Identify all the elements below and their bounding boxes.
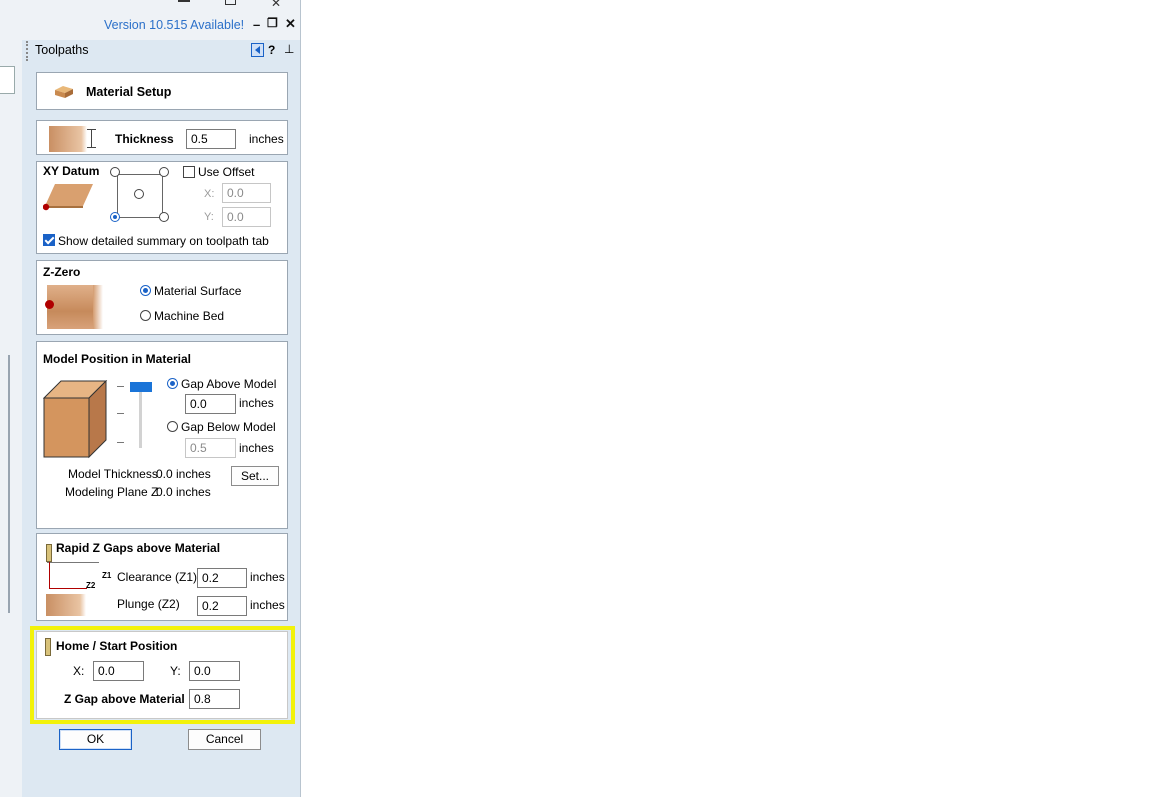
thickness-image: [49, 126, 87, 152]
datum-center-radio[interactable]: [134, 189, 144, 199]
datum-bottom-right-radio[interactable]: [159, 212, 169, 222]
modeling-plane-label: Modeling Plane Z: [65, 485, 159, 499]
gap-above-input[interactable]: [185, 394, 236, 414]
material-setup-header[interactable]: Material Setup: [36, 72, 288, 110]
material-block-icon: [53, 84, 73, 98]
model-thickness-label: Model Thickness: [68, 467, 158, 481]
gap-below-radio[interactable]: [167, 421, 178, 432]
z-zero-title: Z-Zero: [43, 265, 81, 279]
model-thickness-value: 0.0 inches: [156, 467, 211, 481]
version-available-link[interactable]: Version 10.515 Available!: [104, 18, 244, 32]
model-block-image: [42, 379, 109, 463]
model-position-title: Model Position in Material: [43, 352, 192, 366]
clearance-unit: inches: [250, 570, 285, 584]
offset-y-input[interactable]: [222, 207, 271, 227]
detailed-summary-checkbox[interactable]: [43, 234, 55, 246]
gap-below-label: Gap Below Model: [181, 420, 276, 434]
use-offset-label: Use Offset: [198, 165, 255, 179]
material-surface-label: Material Surface: [154, 284, 242, 298]
xy-datum-panel: XY Datum Use Offset X: Y: Show detailed …: [36, 161, 288, 254]
plunge-input[interactable]: [197, 596, 247, 616]
left-strip-scrollbar[interactable]: [8, 355, 10, 613]
z-zero-image: [47, 285, 103, 329]
z2-tag: Z2: [86, 581, 96, 590]
use-offset-checkbox[interactable]: [183, 166, 195, 178]
outer-close-icon[interactable]: ✕: [271, 0, 281, 10]
position-tick-top: [117, 386, 124, 387]
position-slider-thumb[interactable]: [130, 382, 152, 392]
minimize-icon[interactable]: –: [253, 17, 260, 32]
z-zero-marker-icon: [45, 300, 54, 309]
left-strip-tab[interactable]: [0, 66, 15, 94]
dock-arrow-icon[interactable]: [251, 43, 264, 57]
set-button[interactable]: Set...: [231, 466, 279, 486]
clearance-label: Clearance (Z1): [117, 570, 198, 584]
thickness-dim-top: [87, 129, 96, 130]
clearance-line: [47, 562, 99, 563]
restore-icon[interactable]: ❐: [267, 16, 278, 30]
rapid-z-title: Rapid Z Gaps above Material: [56, 541, 221, 555]
machine-bed-radio[interactable]: [140, 310, 151, 321]
thickness-dim-bottom: [87, 147, 96, 148]
gap-below-input[interactable]: [185, 438, 236, 458]
gap-above-radio[interactable]: [167, 378, 178, 389]
xy-datum-title: XY Datum: [43, 164, 100, 178]
offset-x-label: X:: [204, 188, 215, 200]
offset-y-label: Y:: [204, 211, 214, 223]
rapid-path-line: [49, 562, 50, 588]
pin-icon[interactable]: ⊥: [284, 42, 294, 56]
material-surface-radio[interactable]: [140, 285, 151, 296]
help-icon[interactable]: ?: [268, 43, 275, 57]
machine-bed-label: Machine Bed: [154, 309, 225, 323]
rapid-path-bottom: [49, 588, 87, 589]
plunge-unit: inches: [250, 598, 285, 612]
gap-below-unit: inches: [239, 441, 274, 455]
tool-bit-icon: [46, 544, 52, 562]
position-slider-track[interactable]: [139, 386, 142, 448]
left-strip: [0, 0, 22, 797]
datum-bottom-left-radio[interactable]: [110, 212, 120, 222]
toolbar-grip[interactable]: [26, 41, 30, 61]
outer-minimize-icon[interactable]: [178, 0, 190, 2]
material-setup-title: Material Setup: [86, 85, 172, 99]
xy-datum-image: [42, 182, 95, 215]
position-tick-mid: [117, 413, 124, 414]
close-icon[interactable]: ✕: [285, 16, 296, 32]
pane-border: [300, 0, 301, 797]
outer-restore-icon[interactable]: [225, 0, 236, 5]
ok-button[interactable]: OK: [59, 729, 132, 750]
rapid-material-image: [46, 594, 86, 616]
plunge-label: Plunge (Z2): [117, 597, 180, 611]
toolbar-title: Toolpaths: [35, 43, 89, 57]
model-position-panel: Model Position in Material Gap Above Mod…: [36, 341, 288, 529]
position-tick-bottom: [117, 442, 124, 443]
datum-top-left-radio[interactable]: [110, 167, 120, 177]
z-zero-panel: Z-Zero Material Surface Machine Bed: [36, 260, 288, 335]
gap-above-label: Gap Above Model: [181, 377, 277, 391]
clearance-input[interactable]: [197, 568, 247, 588]
thickness-panel: Thickness inches: [36, 120, 288, 155]
modeling-plane-value: 0.0 inches: [156, 485, 211, 499]
thickness-unit: inches: [249, 132, 284, 146]
thickness-input[interactable]: [186, 129, 236, 149]
thickness-label: Thickness: [115, 132, 174, 146]
detailed-summary-label: Show detailed summary on toolpath tab: [58, 234, 269, 248]
z1-tag: Z1: [102, 571, 112, 580]
offset-x-input[interactable]: [222, 183, 271, 203]
gap-above-unit: inches: [239, 396, 274, 410]
highlight-box: [30, 626, 295, 724]
datum-top-right-radio[interactable]: [159, 167, 169, 177]
thickness-dimension-icon: [91, 129, 92, 147]
cancel-button[interactable]: Cancel: [188, 729, 261, 750]
rapid-z-panel: Rapid Z Gaps above Material Z1 Z2 Cleara…: [36, 533, 288, 621]
